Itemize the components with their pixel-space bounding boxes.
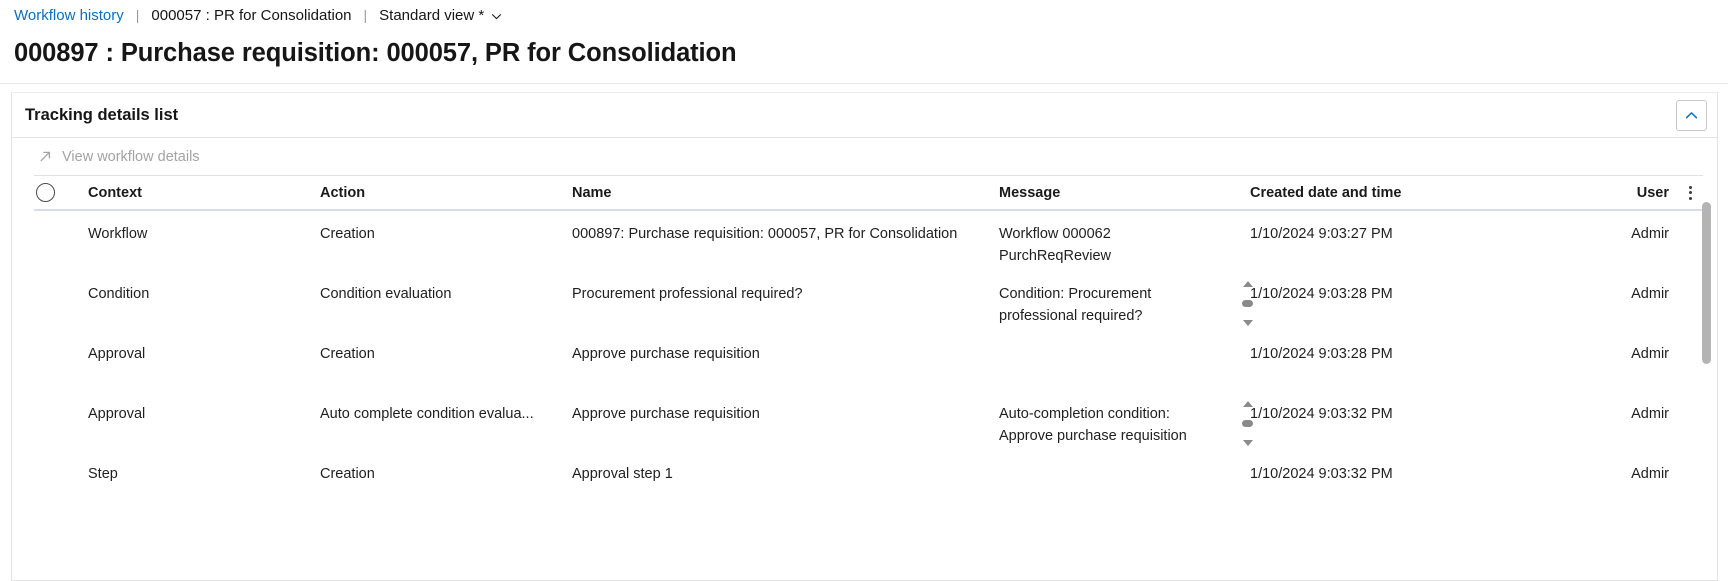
column-header-user[interactable]: User <box>1503 185 1677 201</box>
breadcrumb-separator-2: | <box>363 7 368 23</box>
view-workflow-details-button[interactable]: View workflow details <box>32 146 206 168</box>
table-row[interactable]: Condition Condition evaluation Procureme… <box>34 271 1703 331</box>
cell-message-wrap: Condition: Procurement professional requ… <box>999 271 1253 327</box>
column-header-message[interactable]: Message <box>999 185 1250 201</box>
open-in-new-icon <box>38 149 53 164</box>
view-selector[interactable]: Standard view * <box>379 7 502 24</box>
cell-name: 000897: Purchase requisition: 000057, PR… <box>572 226 958 242</box>
row-menu-spacer <box>1677 451 1703 463</box>
cell-context: Approval <box>88 346 146 362</box>
column-header-context[interactable]: Context <box>68 185 320 201</box>
cell-action: Creation <box>320 346 375 362</box>
collapse-card-button[interactable] <box>1676 99 1707 131</box>
table-row[interactable]: Approval Creation Approve purchase requi… <box>34 331 1703 391</box>
cell-created-date-and-time: 1/10/2024 9:03:32 PM <box>1250 406 1393 422</box>
cell-context: Step <box>88 466 118 482</box>
column-header-action[interactable]: Action <box>320 185 572 201</box>
cell-user: Admir <box>1631 286 1669 302</box>
breadcrumb: Workflow history | 000057 : PR for Conso… <box>0 0 1728 30</box>
chevron-down-icon <box>491 11 502 22</box>
cell-message-wrap <box>999 451 1250 463</box>
cell-created-date-and-time: 1/10/2024 9:03:28 PM <box>1250 346 1393 362</box>
breadcrumb-separator-1: | <box>135 7 140 23</box>
message-scroll-spinner[interactable] <box>1241 281 1254 326</box>
chevron-up-icon <box>1684 108 1699 123</box>
scroll-down-arrow-icon[interactable] <box>1242 320 1253 326</box>
row-select-cell[interactable] <box>34 211 68 223</box>
scroll-thumb[interactable] <box>1242 420 1253 427</box>
cell-user: Admir <box>1631 466 1669 482</box>
row-select-cell[interactable] <box>34 391 68 403</box>
cell-message-wrap: Auto-completion condition: Approve purch… <box>999 391 1253 447</box>
column-header-name[interactable]: Name <box>572 185 999 201</box>
card-title: Tracking details list <box>25 105 179 124</box>
cell-action: Creation <box>320 466 375 482</box>
kebab-menu-icon <box>1687 183 1694 203</box>
row-menu-spacer <box>1677 331 1703 343</box>
cell-message <box>999 451 1013 463</box>
breadcrumb-link-workflow-history[interactable]: Workflow history <box>14 7 124 24</box>
cell-message: Condition: Procurement professional requ… <box>999 286 1152 324</box>
select-all-cell <box>34 183 68 202</box>
scroll-down-arrow-icon[interactable] <box>1242 440 1253 446</box>
cell-created-date-and-time: 1/10/2024 9:03:28 PM <box>1250 286 1393 302</box>
cell-user: Admir <box>1631 226 1669 242</box>
card-header: Tracking details list <box>12 93 1717 137</box>
cell-message: Workflow 000062 PurchReqReview <box>999 226 1112 264</box>
grid-scrollbar-thumb[interactable] <box>1702 202 1711 364</box>
column-options-button[interactable] <box>1677 183 1703 203</box>
row-menu-spacer <box>1677 211 1703 223</box>
scroll-thumb[interactable] <box>1242 300 1253 307</box>
cell-message: Auto-completion condition: Approve purch… <box>999 406 1187 444</box>
breadcrumb-record-label: 000057 : PR for Consolidation <box>151 6 352 24</box>
cell-name: Approval step 1 <box>572 466 673 482</box>
cell-name: Approve purchase requisition <box>572 346 760 362</box>
table-row[interactable]: Step Creation Approval step 1 1/10/2024 … <box>34 451 1703 511</box>
cell-user: Admir <box>1631 346 1669 362</box>
cell-action: Condition evaluation <box>320 286 452 302</box>
tracking-details-grid: Context Action Name Message Created date… <box>34 175 1711 573</box>
table-row[interactable]: Workflow Creation 000897: Purchase requi… <box>34 211 1703 271</box>
page-title: 000897 : Purchase requisition: 000057, P… <box>14 39 737 67</box>
scroll-up-arrow-icon[interactable] <box>1242 281 1253 287</box>
cell-created-date-and-time: 1/10/2024 9:03:32 PM <box>1250 466 1393 482</box>
row-select-cell[interactable] <box>34 331 68 343</box>
tracking-details-card: Tracking details list View workflow deta… <box>11 92 1718 581</box>
column-header-created-date-and-time[interactable]: Created date and time <box>1250 185 1503 201</box>
select-all-circle-icon[interactable] <box>36 183 55 202</box>
row-select-cell[interactable] <box>34 271 68 283</box>
cell-context: Approval <box>88 406 146 422</box>
row-menu-spacer <box>1677 391 1703 403</box>
cell-user: Admir <box>1631 406 1669 422</box>
view-workflow-details-label: View workflow details <box>62 148 200 165</box>
message-scroll-spinner[interactable] <box>1241 401 1254 446</box>
cell-action: Auto complete condition evalua... <box>320 406 534 422</box>
cell-created-date-and-time: 1/10/2024 9:03:27 PM <box>1250 226 1393 242</box>
card-container: Tracking details list View workflow deta… <box>0 84 1728 581</box>
row-select-cell[interactable] <box>34 451 68 463</box>
grid-header-row: Context Action Name Message Created date… <box>34 176 1703 211</box>
view-selector-label: Standard view * <box>379 6 485 24</box>
cell-context: Workflow <box>88 226 148 242</box>
grid-vertical-scrollbar[interactable] <box>1702 202 1711 502</box>
scroll-up-arrow-icon[interactable] <box>1242 401 1253 407</box>
cell-message-wrap: Workflow 000062 PurchReqReview <box>999 211 1250 267</box>
cell-context: Condition <box>88 286 150 302</box>
grid-toolbar: View workflow details <box>12 138 1717 175</box>
row-menu-spacer <box>1677 271 1703 283</box>
cell-name: Approve purchase requisition <box>572 406 760 422</box>
cell-action: Creation <box>320 226 375 242</box>
cell-message <box>999 331 1013 343</box>
table-row[interactable]: Approval Auto complete condition evalua.… <box>34 391 1703 451</box>
cell-name: Procurement professional required? <box>572 286 803 302</box>
grid-body: Workflow Creation 000897: Purchase requi… <box>34 211 1703 573</box>
cell-message-wrap <box>999 331 1250 343</box>
